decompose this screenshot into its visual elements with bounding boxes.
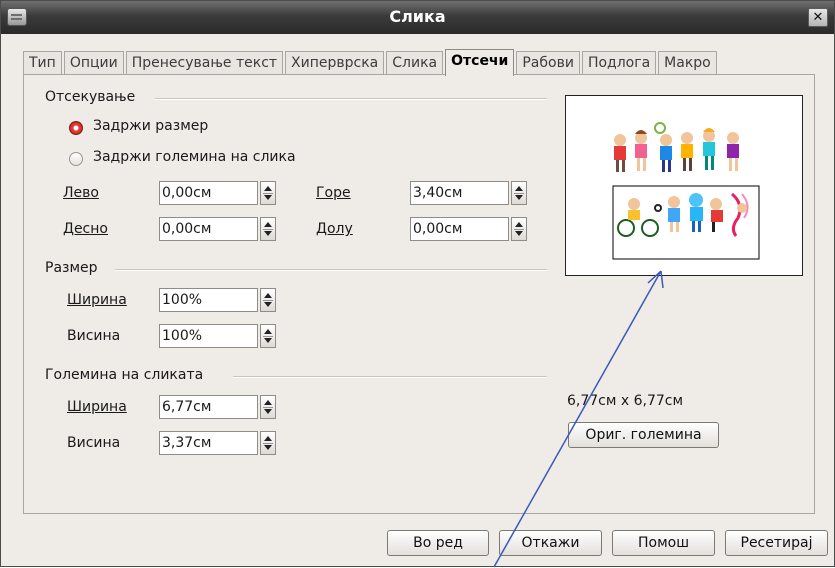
image-width-spinbox[interactable]: 6,77см	[159, 395, 279, 419]
keep-scale-radio[interactable]	[69, 121, 83, 135]
keep-scale-label[interactable]: Задржи размер	[93, 118, 208, 134]
down-arrow-icon[interactable]	[515, 231, 523, 236]
scale-width-stepper[interactable]	[260, 288, 276, 312]
image-height-input[interactable]: 3,37см	[159, 431, 258, 455]
original-size-button[interactable]: Ориг. големина	[568, 422, 719, 448]
crop-left-stepper[interactable]	[260, 181, 276, 205]
crop-right-input[interactable]: 0,00см	[159, 217, 258, 241]
down-arrow-icon[interactable]	[264, 338, 272, 343]
crop-bottom-label: Долу	[316, 221, 353, 237]
scale-width-label: Ширина	[67, 292, 127, 308]
tab-macro[interactable]: Макро	[658, 51, 717, 75]
help-button[interactable]: Помош	[612, 530, 715, 556]
image-height-stepper[interactable]	[260, 431, 276, 455]
crop-section-label: Отсекување	[45, 89, 136, 105]
tab-borders[interactable]: Рабови	[516, 51, 580, 75]
original-size-button-label: Ориг. големина	[585, 427, 702, 443]
down-arrow-icon[interactable]	[515, 195, 523, 200]
scale-divider	[115, 269, 547, 271]
scale-height-spinbox[interactable]: 100%	[159, 324, 279, 348]
image-dialog: Слика ✕ Тип Опции Пренесување текст Хипе…	[0, 0, 835, 568]
ok-button[interactable]: Во ред	[387, 530, 489, 556]
image-width-stepper[interactable]	[260, 395, 276, 419]
scale-height-input[interactable]: 100%	[159, 324, 258, 348]
close-icon: ✕	[812, 10, 824, 25]
down-arrow-icon[interactable]	[264, 195, 272, 200]
down-arrow-icon[interactable]	[264, 409, 272, 414]
up-arrow-icon[interactable]	[264, 222, 272, 227]
image-size-section-label: Големина на сликата	[45, 367, 204, 383]
up-arrow-icon[interactable]	[264, 329, 272, 334]
tab-picture[interactable]: Слика	[386, 51, 444, 75]
crop-bottom-input[interactable]: 0,00см	[410, 217, 509, 241]
cancel-button[interactable]: Откажи	[499, 530, 602, 556]
dialog-title: Слика	[389, 7, 446, 26]
down-arrow-icon[interactable]	[264, 445, 272, 450]
crop-left-label: Лево	[63, 185, 99, 201]
keep-size-label[interactable]: Задржи големина на слика	[93, 149, 296, 165]
crop-top-stepper[interactable]	[511, 181, 527, 205]
crop-left-input[interactable]: 0,00см	[159, 181, 258, 205]
crop-divider	[155, 98, 547, 100]
tab-bar: Тип Опции Пренесување текст Хиперврска С…	[23, 49, 719, 76]
crop-right-spinbox[interactable]: 0,00см	[159, 217, 279, 241]
reset-button[interactable]: Ресетирај	[725, 530, 828, 556]
crop-top-spinbox[interactable]: 3,40см	[410, 181, 530, 205]
scale-height-label: Висина	[67, 328, 121, 344]
down-arrow-icon[interactable]	[264, 302, 272, 307]
close-button[interactable]: ✕	[808, 8, 828, 27]
scale-section-label: Размер	[45, 260, 98, 276]
down-arrow-icon[interactable]	[264, 231, 272, 236]
tab-wrap[interactable]: Пренесување текст	[125, 51, 284, 75]
scale-width-spinbox[interactable]: 100%	[159, 288, 279, 312]
original-size-text: 6,77см x 6,77см	[567, 393, 684, 409]
tab-options[interactable]: Опции	[63, 51, 124, 75]
crop-preview	[565, 95, 803, 276]
image-height-spinbox[interactable]: 3,37см	[159, 431, 279, 455]
up-arrow-icon[interactable]	[515, 222, 523, 227]
crop-top-input[interactable]: 3,40см	[410, 181, 509, 205]
crop-bottom-spinbox[interactable]: 0,00см	[410, 217, 530, 241]
up-arrow-icon[interactable]	[264, 186, 272, 191]
crop-bottom-stepper[interactable]	[511, 217, 527, 241]
crop-top-label: Горе	[316, 185, 351, 201]
up-arrow-icon[interactable]	[264, 436, 272, 441]
scale-width-input[interactable]: 100%	[159, 288, 258, 312]
kids-top-illustration	[614, 122, 739, 172]
up-arrow-icon[interactable]	[515, 186, 523, 191]
crop-right-stepper[interactable]	[260, 217, 276, 241]
crop-frame	[612, 185, 760, 260]
tab-area[interactable]: Подлога	[581, 51, 657, 75]
image-size-divider	[233, 376, 547, 378]
crop-left-spinbox[interactable]: 0,00см	[159, 181, 279, 205]
image-width-input[interactable]: 6,77см	[159, 395, 258, 419]
up-arrow-icon[interactable]	[264, 400, 272, 405]
scale-height-stepper[interactable]	[260, 324, 276, 348]
tab-type[interactable]: Тип	[23, 51, 62, 75]
title-bar[interactable]: Слика ✕	[1, 1, 834, 34]
preview-image	[612, 122, 760, 260]
crop-right-label: Десно	[63, 221, 108, 237]
tab-crop[interactable]: Отсечи	[445, 49, 515, 76]
tab-hyperlink[interactable]: Хиперврска	[285, 51, 385, 75]
image-height-label: Висина	[67, 435, 121, 451]
image-width-label: Ширина	[67, 399, 127, 415]
kids-bottom-illustration	[617, 192, 749, 237]
keep-size-radio[interactable]	[69, 152, 83, 166]
up-arrow-icon[interactable]	[264, 293, 272, 298]
